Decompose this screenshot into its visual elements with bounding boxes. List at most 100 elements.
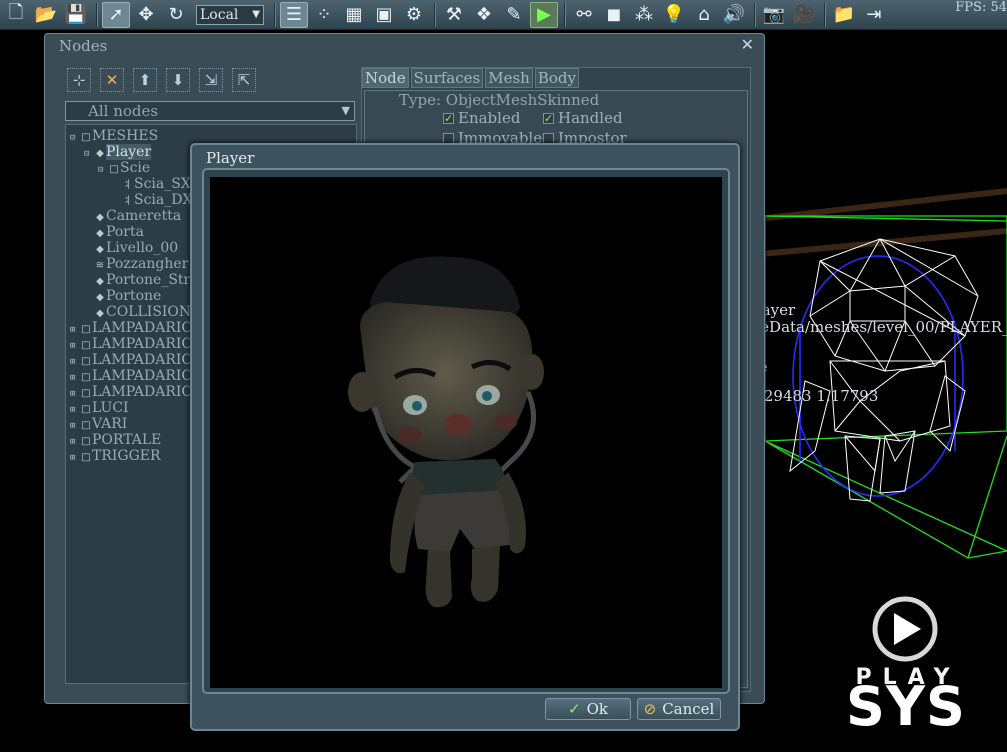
tree-item[interactable]: ⊞ □TRIGGER <box>70 448 161 464</box>
player-preview-viewport[interactable] <box>210 177 722 688</box>
tree-item[interactable]: ◆ Portone_Str <box>84 272 190 288</box>
grid-icon[interactable]: ▦ <box>340 2 368 28</box>
coord-mode-select[interactable]: Local ▼ <box>196 4 264 25</box>
chevron-down-icon: ▼ <box>252 9 260 20</box>
remove-node-icon[interactable]: ✕ <box>100 68 124 92</box>
enabled-checkbox[interactable]: ✓ Enabled <box>443 109 520 127</box>
playsys-watermark: PLAY SYS <box>820 595 990 740</box>
tree-expander-icon[interactable]: ⊟ <box>98 162 108 178</box>
ok-button[interactable]: ✓ Ok <box>545 698 631 720</box>
tree-item[interactable]: ◆ Porta <box>84 224 144 240</box>
property-tabs: Node Surfaces Mesh Body <box>362 68 581 88</box>
move-icon[interactable]: ✥ <box>132 2 160 28</box>
player-character-render <box>348 256 544 608</box>
node-filter-value: All nodes <box>88 102 159 120</box>
player-camera-icon[interactable]: 🎥 <box>790 2 818 28</box>
tree-item[interactable]: ⺦Scia_DX <box>112 192 192 208</box>
select-arrow-icon[interactable]: ➚ <box>102 1 130 28</box>
object-cube-icon[interactable]: ◼ <box>600 2 628 28</box>
tree-item-label: Scia_DX <box>134 192 193 208</box>
tree-item-label: Scia_SX <box>134 176 191 192</box>
tree-item-label: Porta <box>106 224 144 240</box>
tools-icon[interactable]: ⚒ <box>440 2 468 28</box>
import-node-icon[interactable]: ⇲ <box>199 68 223 92</box>
tree-item-label: COLLISIONI <box>106 304 197 320</box>
cancel-icon: ⊘ <box>643 700 657 718</box>
tree-item-label: LAMPADARIO <box>92 320 193 336</box>
light-bulb-icon[interactable]: 💡 <box>660 2 688 28</box>
move-node-down-icon[interactable]: ⬇ <box>166 68 190 92</box>
tree-item-label: LAMPADARIO <box>92 336 193 352</box>
rotate-icon[interactable]: ↻ <box>162 2 190 28</box>
play-circle-icon <box>872 596 938 662</box>
open-folder-icon[interactable]: 📂 <box>32 2 60 28</box>
chevron-down-icon: ▼ <box>341 104 350 117</box>
handled-label: Handled <box>558 109 623 127</box>
tree-item[interactable]: ≋ Pozzangher <box>84 256 189 272</box>
node-type-label: Type: <box>399 91 442 109</box>
tree-item-label: LAMPADARIO <box>92 352 193 368</box>
save-icon[interactable]: 💾 <box>62 2 90 28</box>
tab-surfaces[interactable]: Surfaces <box>410 68 484 88</box>
materials-icon[interactable]: ⁘ <box>310 2 338 28</box>
tree-item[interactable]: ⊞ □LUCI <box>70 400 129 416</box>
node-filter-select[interactable]: All nodes ▼ <box>65 101 355 121</box>
tree-item[interactable]: ⊞ □LAMPADARIO <box>70 352 193 368</box>
tab-mesh[interactable]: Mesh <box>485 68 533 88</box>
particles-icon[interactable]: ⁂ <box>630 2 658 28</box>
add-node-icon[interactable]: ⊹ <box>67 68 91 92</box>
link-icon[interactable]: ⚯ <box>570 2 598 28</box>
browse-folder-icon[interactable]: 📁 <box>830 2 858 28</box>
player-preview-dialog: Player ✓ Ok ⊘ Cancel <box>190 143 740 731</box>
fence-wireframe <box>739 188 1007 259</box>
tree-item[interactable]: ⺦Scia_SX <box>112 176 191 192</box>
export-node-icon[interactable]: ⇱ <box>232 68 256 92</box>
toolbar-separator <box>564 2 566 27</box>
tree-item[interactable]: ⊞ □LAMPADARIO <box>70 384 193 400</box>
world-icon[interactable]: ⌂ <box>690 2 718 28</box>
unchecked-box <box>443 132 454 144</box>
cancel-button[interactable]: ⊘ Cancel <box>637 698 721 720</box>
node-list-icon[interactable]: ☰ <box>280 1 308 28</box>
tree-item-label: MESHES <box>92 128 159 144</box>
tree-item[interactable]: ⊟ □MESHES <box>70 128 158 144</box>
tree-item[interactable]: ⊟ ◆ Player <box>84 144 152 162</box>
tree-expander-icon[interactable]: ⊟ <box>70 130 80 146</box>
tree-item[interactable]: ⊞ □LAMPADARIO <box>70 320 193 336</box>
nodes-window-title: Nodes <box>59 37 108 55</box>
toolbar-separator <box>754 2 756 27</box>
camera-icon[interactable]: 📷 <box>760 2 788 28</box>
tree-item[interactable]: ⊞ □PORTALE <box>70 432 161 448</box>
tree-item[interactable]: ⊟ □Scie <box>98 160 150 176</box>
settings-gear-icon[interactable]: ⚙ <box>400 2 428 28</box>
new-file-icon[interactable]: 🗋 <box>2 2 30 28</box>
play-icon[interactable]: ▶ <box>530 1 558 28</box>
script-editor-icon[interactable]: ✎ <box>500 2 528 28</box>
export-icon[interactable]: ⇥ <box>860 2 888 28</box>
tree-item[interactable]: ⊞ □LAMPADARIO <box>70 336 193 352</box>
tree-item[interactable]: ⊞ □LAMPADARIO <box>70 368 193 384</box>
tree-item[interactable]: ◆ Livello_00 <box>84 240 178 256</box>
plugins-icon[interactable]: ❖ <box>470 2 498 28</box>
tree-item[interactable]: ⊞ □VARI <box>70 416 127 432</box>
textures-icon[interactable]: ▣ <box>370 2 398 28</box>
tree-item[interactable]: ◆ Cameretta <box>84 208 181 224</box>
tree-expander-icon[interactable]: ⊟ <box>84 146 94 162</box>
node-type-icon: □ <box>81 452 91 463</box>
close-icon[interactable]: ✕ <box>741 35 754 54</box>
tree-item-label: Pozzangher <box>106 256 189 272</box>
tree-expander-icon[interactable]: ⊞ <box>70 450 80 466</box>
handled-checkbox[interactable]: ✓ Handled <box>543 109 623 127</box>
selected-node-path: ameData/meshes/level_00/PLAYER_le <box>737 318 1007 336</box>
player-preview-frame <box>202 168 730 694</box>
tree-item[interactable]: ◆ Portone <box>84 288 161 304</box>
node-type-value: ObjectMeshSkinned <box>445 91 600 109</box>
tree-item[interactable]: ◆ COLLISIONI <box>84 304 197 320</box>
player-dialog-title: Player <box>206 149 255 167</box>
move-node-up-icon[interactable]: ⬆ <box>133 68 157 92</box>
sound-icon[interactable]: 🔊 <box>720 2 748 28</box>
tab-body[interactable]: Body <box>534 68 579 88</box>
tree-item-label: Livello_00 <box>106 240 179 256</box>
tree-item-label: Portone_Str <box>106 272 191 288</box>
tab-node[interactable]: Node <box>362 68 409 88</box>
